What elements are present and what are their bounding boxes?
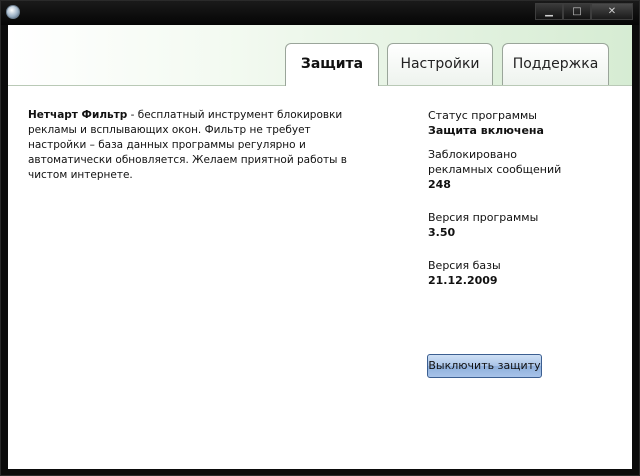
disable-protection-button[interactable]: Выключить защиту	[427, 354, 542, 378]
db-version-value: 21.12.2009	[428, 274, 498, 287]
app-logo-icon	[6, 5, 20, 19]
blocked-label-line1: Заблокировано	[428, 148, 517, 161]
blocked-count-value: 248	[428, 178, 451, 191]
product-name: Нетчарт Фильтр	[28, 109, 128, 121]
program-status-label: Статус программы	[428, 109, 537, 122]
program-version-label: Версия программы	[428, 211, 539, 224]
db-version-label: Версия базы	[428, 259, 501, 272]
close-button[interactable]: ✕	[591, 3, 633, 20]
app-window: ▁ □ ✕ Защита Настройки Поддержка Нетчарт…	[0, 0, 640, 476]
tab-settings[interactable]: Настройки	[387, 43, 493, 85]
blocked-label-line2: рекламных сообщений	[428, 163, 562, 176]
tab-protection[interactable]: Защита	[285, 43, 379, 86]
title-bar[interactable]: ▁ □ ✕	[1, 1, 639, 25]
product-description: Нетчарт Фильтр - бесплатный инструмент б…	[28, 108, 368, 183]
minimize-button[interactable]: ▁	[535, 3, 563, 20]
tab-header: Защита Настройки Поддержка	[8, 25, 632, 86]
tab-support[interactable]: Поддержка	[502, 43, 609, 85]
protection-panel: Нетчарт Фильтр - бесплатный инструмент б…	[8, 86, 632, 469]
status-panel: Статус программы Защита включена Заблоки…	[428, 108, 618, 297]
window-controls: ▁ □ ✕	[535, 3, 633, 20]
program-version-value: 3.50	[428, 226, 456, 239]
client-area: Защита Настройки Поддержка Нетчарт Фильт…	[8, 25, 632, 469]
maximize-button[interactable]: □	[563, 3, 591, 20]
program-status-value: Защита включена	[428, 124, 544, 137]
